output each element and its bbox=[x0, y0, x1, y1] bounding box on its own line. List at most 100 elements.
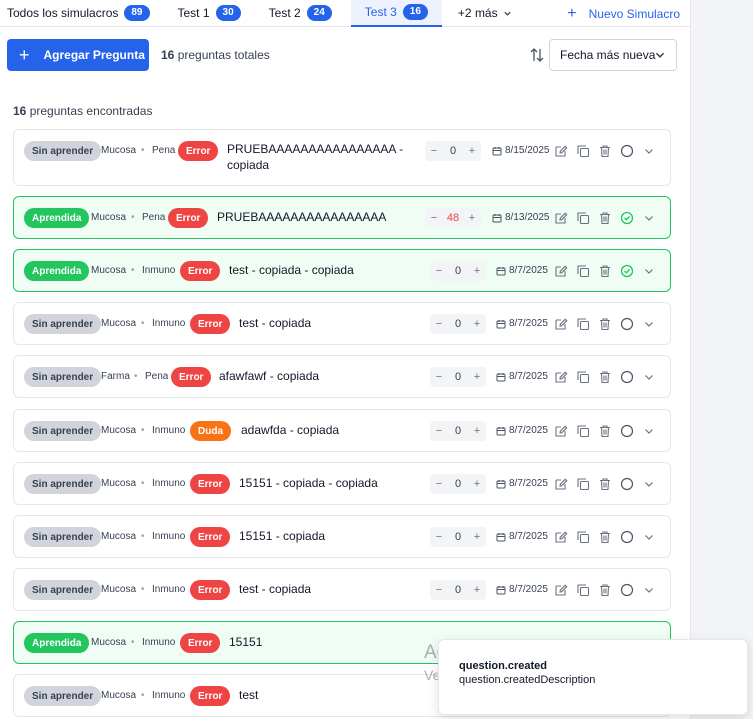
question-card[interactable]: Sin aprender Mucosa • Inmuno Duda adawfda - c… bbox=[13, 409, 671, 452]
decrement-button[interactable]: − bbox=[430, 425, 448, 437]
decrement-button[interactable]: − bbox=[430, 584, 448, 596]
tag-badge[interactable]: Error bbox=[190, 474, 231, 494]
tab-test-3[interactable]: Test 3 16 bbox=[350, 0, 442, 27]
question-title[interactable]: PRUEBAAAAAAAAAAAAAAAA - copiada bbox=[227, 141, 417, 173]
status-badge[interactable]: Sin aprender bbox=[24, 527, 102, 547]
edit-icon[interactable] bbox=[554, 144, 568, 158]
increment-button[interactable]: + bbox=[468, 318, 486, 330]
question-card[interactable]: Sin aprender Mucosa • Pena Error PRUEBAAAAAAA… bbox=[13, 129, 671, 186]
question-card[interactable]: Aprendida Mucosa • Pena Error PRUEBAAAAAAAAAA… bbox=[13, 196, 671, 239]
sort-icon[interactable] bbox=[529, 47, 545, 63]
trash-icon[interactable] bbox=[598, 530, 612, 544]
question-card[interactable]: Sin aprender Farma • Pena Error afawfawf - co… bbox=[13, 355, 671, 398]
question-card[interactable]: Sin aprender Mucosa • Inmuno Error 15151 - co… bbox=[13, 515, 671, 558]
decrement-button[interactable]: − bbox=[425, 212, 443, 224]
tag-badge[interactable]: Error bbox=[168, 208, 209, 228]
copy-icon[interactable] bbox=[576, 264, 590, 278]
increment-button[interactable]: + bbox=[468, 478, 486, 490]
question-title[interactable]: 15151 - copiada bbox=[239, 528, 429, 544]
tag-badge[interactable]: Error bbox=[171, 367, 212, 387]
new-simulation-button[interactable]: + Nuevo Simulacro bbox=[567, 0, 680, 27]
decrement-button[interactable]: − bbox=[430, 265, 448, 277]
copy-icon[interactable] bbox=[576, 144, 590, 158]
chevron-down-icon[interactable] bbox=[642, 583, 656, 597]
question-title[interactable]: 15151 - copiada - copiada bbox=[239, 475, 429, 491]
question-card[interactable]: Sin aprender Mucosa • Inmuno Error test - cop… bbox=[13, 568, 671, 611]
tag-badge[interactable]: Error bbox=[190, 527, 231, 547]
status-badge[interactable]: Aprendida bbox=[24, 261, 90, 281]
question-title[interactable]: test - copiada - copiada bbox=[229, 262, 429, 278]
question-title[interactable]: adawfda - copiada bbox=[241, 422, 431, 438]
edit-icon[interactable] bbox=[554, 264, 568, 278]
edit-icon[interactable] bbox=[554, 317, 568, 331]
tag-badge[interactable]: Error bbox=[178, 141, 219, 161]
chevron-down-icon[interactable] bbox=[642, 477, 656, 491]
add-question-button[interactable]: + Agregar Pregunta bbox=[7, 39, 149, 71]
copy-icon[interactable] bbox=[576, 211, 590, 225]
status-badge[interactable]: Sin aprender bbox=[24, 314, 102, 334]
edit-icon[interactable] bbox=[554, 583, 568, 597]
tab-todos-los-simulacros[interactable]: Todos los simulacros 89 bbox=[0, 0, 157, 27]
copy-icon[interactable] bbox=[576, 477, 590, 491]
edit-icon[interactable] bbox=[554, 477, 568, 491]
chevron-down-icon[interactable] bbox=[642, 144, 656, 158]
decrement-button[interactable]: − bbox=[430, 478, 448, 490]
tag-badge[interactable]: Error bbox=[190, 314, 231, 334]
check-circle-icon[interactable] bbox=[620, 264, 634, 278]
edit-icon[interactable] bbox=[554, 424, 568, 438]
increment-button[interactable]: + bbox=[468, 531, 486, 543]
circle-icon[interactable] bbox=[620, 583, 634, 597]
circle-icon[interactable] bbox=[620, 477, 634, 491]
tab-more[interactable]: +2 más bbox=[451, 0, 519, 27]
increment-button[interactable]: + bbox=[463, 212, 481, 224]
circle-icon[interactable] bbox=[620, 317, 634, 331]
status-badge[interactable]: Aprendida bbox=[24, 208, 90, 228]
question-title[interactable]: test bbox=[239, 687, 429, 703]
trash-icon[interactable] bbox=[598, 317, 612, 331]
tag-badge[interactable]: Duda bbox=[190, 421, 231, 441]
edit-icon[interactable] bbox=[554, 211, 568, 225]
copy-icon[interactable] bbox=[576, 424, 590, 438]
circle-icon[interactable] bbox=[620, 144, 634, 158]
question-title[interactable]: test - copiada bbox=[239, 315, 429, 331]
question-title[interactable]: 15151 bbox=[229, 634, 419, 650]
trash-icon[interactable] bbox=[598, 424, 612, 438]
decrement-button[interactable]: − bbox=[430, 318, 448, 330]
question-card[interactable]: Sin aprender Mucosa • Inmuno Error 15151 - co… bbox=[13, 462, 671, 505]
decrement-button[interactable]: − bbox=[430, 531, 448, 543]
chevron-down-icon[interactable] bbox=[642, 264, 656, 278]
increment-button[interactable]: + bbox=[468, 371, 486, 383]
status-badge[interactable]: Sin aprender bbox=[24, 474, 102, 494]
chevron-down-icon[interactable] bbox=[642, 530, 656, 544]
copy-icon[interactable] bbox=[576, 530, 590, 544]
status-badge[interactable]: Sin aprender bbox=[24, 421, 102, 441]
sort-select[interactable]: Fecha más nueva bbox=[549, 39, 677, 71]
decrement-button[interactable]: − bbox=[425, 145, 443, 157]
tag-badge[interactable]: Error bbox=[180, 633, 221, 653]
copy-icon[interactable] bbox=[576, 370, 590, 384]
increment-button[interactable]: + bbox=[468, 425, 486, 437]
trash-icon[interactable] bbox=[598, 477, 612, 491]
trash-icon[interactable] bbox=[598, 211, 612, 225]
increment-button[interactable]: + bbox=[468, 265, 486, 277]
trash-icon[interactable] bbox=[598, 264, 612, 278]
trash-icon[interactable] bbox=[598, 583, 612, 597]
trash-icon[interactable] bbox=[598, 370, 612, 384]
copy-icon[interactable] bbox=[576, 583, 590, 597]
check-circle-icon[interactable] bbox=[620, 211, 634, 225]
chevron-down-icon[interactable] bbox=[642, 370, 656, 384]
edit-icon[interactable] bbox=[554, 370, 568, 384]
question-title[interactable]: afawfawf - copiada bbox=[219, 368, 419, 384]
tag-badge[interactable]: Error bbox=[190, 580, 231, 600]
circle-icon[interactable] bbox=[620, 370, 634, 384]
question-card[interactable]: Aprendida Mucosa • Inmuno Error test - copiad… bbox=[13, 249, 671, 292]
increment-button[interactable]: + bbox=[463, 145, 481, 157]
question-title[interactable]: test - copiada bbox=[239, 581, 429, 597]
tab-test-1[interactable]: Test 1 30 bbox=[171, 0, 248, 27]
tag-badge[interactable]: Error bbox=[180, 261, 221, 281]
circle-icon[interactable] bbox=[620, 530, 634, 544]
increment-button[interactable]: + bbox=[468, 584, 486, 596]
trash-icon[interactable] bbox=[598, 144, 612, 158]
copy-icon[interactable] bbox=[576, 317, 590, 331]
question-card[interactable]: Sin aprender Mucosa • Inmuno Error test - cop… bbox=[13, 302, 671, 345]
